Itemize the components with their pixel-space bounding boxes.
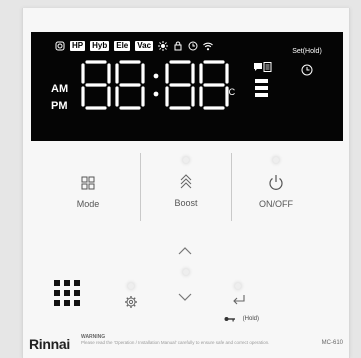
mode-grid-icon <box>81 176 95 190</box>
pm-indicator: PM <box>51 100 68 112</box>
key-hold-hint: (Hold) <box>219 316 259 322</box>
chip-hyb: Hyb <box>90 41 110 51</box>
down-arrow-button[interactable] <box>178 293 192 302</box>
key-icon <box>224 317 236 322</box>
settings-led <box>128 283 134 289</box>
center-led <box>183 269 189 275</box>
boost-label: Boost <box>174 198 198 208</box>
brand-logo: Rinnai <box>29 336 70 352</box>
time-digits <box>81 60 229 110</box>
divider <box>231 153 232 221</box>
hold-label: (Hold) <box>242 316 259 322</box>
lock-icon <box>174 41 182 51</box>
am-indicator: AM <box>51 83 69 95</box>
enter-led <box>235 283 241 289</box>
enter-button[interactable]: (Hold) <box>219 294 259 322</box>
footer: Rinnai WARNING Please read the 'Operatio… <box>29 326 343 356</box>
cycle-icon <box>55 41 65 51</box>
mode-button[interactable]: Mode <box>53 176 123 209</box>
boost-chevrons-icon <box>180 174 192 189</box>
set-hold-label: Set(Hold) <box>292 48 322 55</box>
gear-icon[interactable] <box>124 295 138 309</box>
power-icon <box>269 175 283 190</box>
boost-led <box>183 157 189 163</box>
mode-label: Mode <box>76 199 100 209</box>
onoff-label: ON/OFF <box>259 199 293 209</box>
unit-indicator: °C <box>225 87 236 97</box>
up-arrow-button[interactable] <box>178 246 192 255</box>
message-icon <box>254 62 272 72</box>
enter-icon <box>233 295 245 305</box>
level-bars-icon <box>255 79 268 97</box>
divider <box>140 153 141 221</box>
chip-hp: HP <box>70 41 86 51</box>
status-icon-row: HP Hyb Ele Vac <box>55 40 218 52</box>
onoff-led <box>273 157 279 163</box>
set-hold-area[interactable]: Set(Hold) <box>283 48 331 76</box>
chip-vac: Vac <box>135 41 154 51</box>
clock-icon <box>301 64 313 76</box>
control-panel: HP Hyb Ele Vac AM PM °C Set(Hold) Mode B… <box>22 8 350 358</box>
wifi-icon <box>203 42 213 51</box>
onoff-button[interactable]: ON/OFF <box>241 174 311 209</box>
model-number: MC-610 <box>321 340 343 346</box>
boost-button[interactable]: Boost <box>151 173 221 208</box>
chip-ele: Ele <box>114 41 131 51</box>
sun-icon <box>158 41 169 51</box>
grid-menu-button[interactable] <box>54 280 80 306</box>
clock-icon <box>188 41 198 51</box>
warning-text: Please read the 'Operation / Installatio… <box>81 340 270 345</box>
